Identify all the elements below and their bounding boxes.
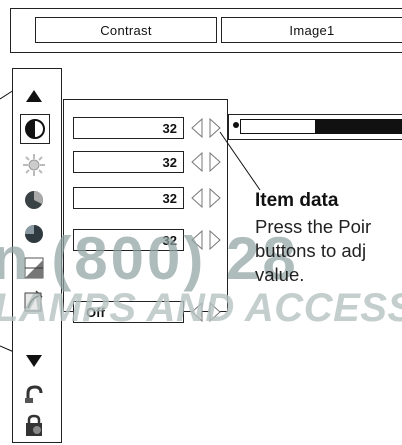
value-field-brightness[interactable]: 32 [73, 151, 184, 173]
slider-knob[interactable] [233, 122, 239, 128]
tab-contrast-label: Contrast [100, 22, 152, 38]
callout-title: Item data [255, 190, 339, 211]
reset-icon[interactable] [17, 378, 51, 410]
callout-line-1: Press the Poir [255, 216, 372, 237]
tab-contrast[interactable]: Contrast [35, 17, 217, 43]
value-text: 32 [162, 154, 177, 170]
callout-line-2: buttons to adj [255, 240, 367, 261]
up-triangle-icon[interactable] [17, 80, 51, 112]
contrast-icon[interactable] [20, 114, 50, 144]
store-icon[interactable] [17, 410, 51, 442]
watermark-text: LAMPS AND ACCESS [0, 286, 402, 330]
brightness-icon[interactable] [17, 149, 51, 181]
tab-image1[interactable]: Image1 [221, 17, 402, 43]
callout-line-3: value. [255, 264, 305, 285]
color-icon[interactable] [17, 184, 51, 216]
value-text: 32 [162, 120, 177, 136]
tab-image1-label: Image1 [289, 22, 335, 38]
down-triangle-icon[interactable] [17, 345, 51, 377]
value-text: 32 [162, 190, 177, 206]
value-field-color[interactable]: 32 [73, 187, 184, 209]
watermark-phone: n (800) 28 [0, 225, 299, 292]
value-field-contrast[interactable]: 32 [73, 117, 184, 139]
